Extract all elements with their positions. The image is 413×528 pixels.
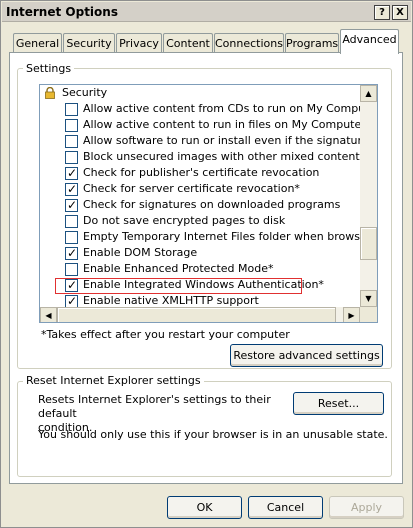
scroll-up-button[interactable]: ▲ [360, 85, 377, 102]
setting-label: Do not save encrypted pages to disk [83, 214, 286, 227]
lock-icon [45, 87, 55, 99]
setting-row[interactable]: Allow active content from CDs to run on … [40, 101, 360, 117]
setting-row[interactable]: ✓ Check for publisher's certificate revoc… [40, 165, 360, 181]
tab-content[interactable]: Content [163, 33, 213, 53]
checkmark-icon: ✓ [67, 182, 78, 196]
category-label: Security [62, 86, 108, 99]
setting-label: Check for publisher's certificate revoca… [83, 166, 320, 179]
help-button[interactable]: ? [374, 5, 390, 20]
setting-row[interactable]: Enable Enhanced Protected Mode* [40, 261, 360, 277]
setting-checkbox[interactable]: ✓ [65, 166, 78, 180]
setting-label: Check for signatures on downloaded progr… [83, 198, 341, 211]
cancel-button[interactable]: Cancel [248, 496, 323, 519]
scroll-right-button[interactable]: ▶ [343, 307, 360, 322]
setting-checkbox[interactable] [65, 231, 78, 244]
setting-row[interactable]: ✓ Check for signatures on downloaded prog… [40, 197, 360, 213]
window-title: Internet Options [6, 5, 118, 19]
tab-security[interactable]: Security [63, 33, 115, 53]
checkmark-icon: ✓ [67, 294, 78, 307]
vertical-scroll-thumb[interactable] [360, 227, 377, 260]
settings-rows: Security Allow active content from CDs t… [40, 85, 360, 307]
setting-label: Block unsecured images with other mixed … [83, 150, 360, 163]
setting-label: Check for server certificate revocation* [83, 182, 300, 195]
apply-button[interactable]: Apply [329, 496, 404, 519]
horizontal-scrollbar[interactable]: ◀ ▶ [40, 307, 360, 322]
tab-advanced[interactable]: Advanced [340, 29, 399, 54]
setting-checkbox[interactable] [65, 119, 78, 132]
setting-row[interactable]: ✓ Check for server certificate revocation… [40, 181, 360, 197]
title-bar: Internet Options ? X [2, 2, 411, 22]
setting-row[interactable]: Allow active content to run in files on … [40, 117, 360, 133]
reset-description-line-1: Resets Internet Explorer's settings to t… [38, 393, 271, 420]
setting-checkbox[interactable]: ✓ [65, 294, 78, 307]
setting-checkbox[interactable]: ✓ [65, 198, 78, 212]
setting-row[interactable]: ✓ Enable DOM Storage [40, 245, 360, 261]
setting-checkbox[interactable] [65, 215, 78, 228]
setting-checkbox[interactable] [65, 103, 78, 116]
vertical-scrollbar[interactable]: ▲ ▼ [360, 85, 377, 307]
setting-label: Enable native XMLHTTP support [83, 294, 259, 307]
scroll-left-button[interactable]: ◀ [40, 307, 57, 322]
ok-button[interactable]: OK [167, 496, 242, 519]
highlight-box [55, 278, 302, 294]
restart-footnote: *Takes effect after you restart your com… [41, 328, 290, 341]
setting-label: Enable Enhanced Protected Mode* [83, 262, 274, 275]
setting-label: Allow software to run or install even if… [83, 134, 360, 147]
setting-row[interactable]: ✓ Enable native XMLHTTP support [40, 293, 360, 307]
reset-warning: You should only use this if your browser… [38, 428, 388, 441]
scroll-corner [360, 307, 377, 322]
setting-label: Enable DOM Storage [83, 246, 198, 259]
category-row-security: Security [40, 85, 360, 101]
setting-checkbox[interactable]: ✓ [65, 182, 78, 196]
tab-privacy[interactable]: Privacy [116, 33, 162, 53]
setting-label: Allow active content to run in files on … [83, 118, 360, 131]
tab-general[interactable]: General [13, 33, 62, 53]
setting-row[interactable]: Block unsecured images with other mixed … [40, 149, 360, 165]
close-button[interactable]: X [392, 5, 408, 20]
settings-group-label: Settings [23, 62, 75, 75]
settings-list[interactable]: Security Allow active content from CDs t… [39, 84, 378, 323]
setting-label: Allow active content from CDs to run on … [83, 102, 360, 115]
setting-checkbox[interactable] [65, 263, 78, 276]
reset-group-label: Reset Internet Explorer settings [23, 374, 204, 387]
setting-label: Empty Temporary Internet Files folder wh… [83, 230, 360, 243]
checkmark-icon: ✓ [67, 198, 78, 212]
tab-connections[interactable]: Connections [214, 33, 284, 53]
setting-checkbox[interactable] [65, 135, 78, 148]
tab-programs[interactable]: Programs [285, 33, 339, 53]
scroll-down-button[interactable]: ▼ [360, 290, 377, 307]
checkmark-icon: ✓ [67, 166, 78, 180]
setting-checkbox[interactable] [65, 151, 78, 164]
setting-row[interactable]: Empty Temporary Internet Files folder wh… [40, 229, 360, 245]
restore-advanced-settings-button[interactable]: Restore advanced settings [230, 344, 383, 367]
horizontal-scroll-thumb[interactable] [57, 307, 336, 322]
setting-checkbox[interactable]: ✓ [65, 246, 78, 260]
setting-row[interactable]: Allow software to run or install even if… [40, 133, 360, 149]
internet-options-dialog: Internet Options ? X General Security Pr… [0, 0, 413, 528]
setting-row[interactable]: Do not save encrypted pages to disk [40, 213, 360, 229]
checkmark-icon: ✓ [67, 246, 78, 260]
tab-strip: General Security Privacy Content Connect… [9, 29, 409, 54]
reset-button[interactable]: Reset... [293, 392, 384, 415]
